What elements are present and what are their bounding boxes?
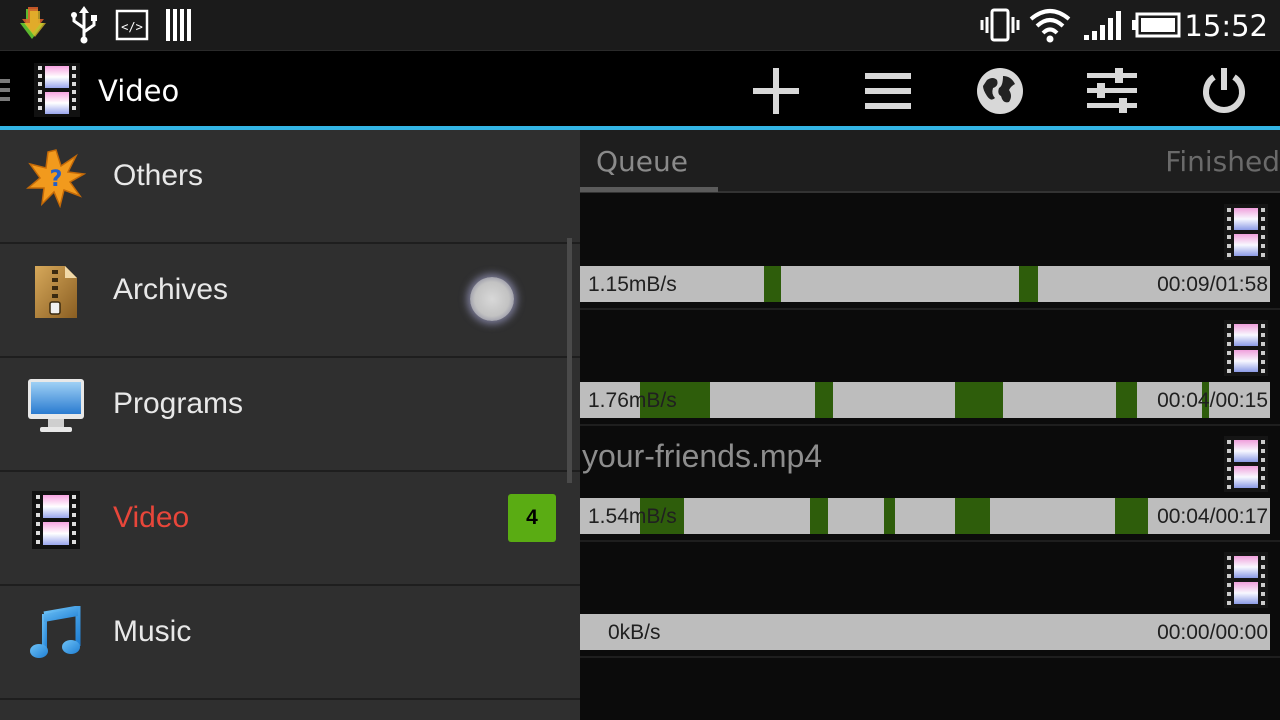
drawer-item-music[interactable]: Music	[0, 586, 580, 700]
sliders-icon	[1087, 68, 1137, 113]
progress-segment	[1018, 266, 1039, 302]
svg-text:</>: </>	[121, 20, 143, 34]
progress-segment	[1116, 382, 1137, 418]
download-progress-bar: 0kB/s 00:00/00:00	[580, 614, 1270, 650]
download-item[interactable]: your-friends.mp4 1.54mB/s 00:04/00:17	[580, 426, 1280, 542]
menu-list-icon	[865, 73, 911, 109]
settings-button[interactable]	[1080, 61, 1144, 121]
progress-segment	[815, 382, 834, 418]
monitor-icon	[24, 374, 88, 438]
status-time: 15:52	[1184, 9, 1268, 43]
drawer-item-label: Programs	[113, 387, 244, 420]
tab-selected-indicator	[580, 187, 718, 192]
drawer-scrollbar[interactable]	[567, 238, 572, 483]
progress-segment	[955, 382, 1003, 418]
drawer-item-video[interactable]: Video 4	[0, 472, 580, 586]
tab-finished[interactable]: Finished	[1165, 130, 1280, 190]
download-speed: 1.54mB/s	[588, 505, 677, 528]
drawer-item-label: Others	[113, 159, 204, 192]
archive-zip-icon	[24, 260, 88, 324]
power-icon	[1203, 68, 1245, 113]
page-title: Video	[98, 74, 180, 108]
svg-text:?: ?	[50, 167, 63, 192]
download-progress-bar: 1.54mB/s 00:04/00:17	[580, 498, 1270, 534]
add-icon	[753, 68, 799, 114]
video-film-icon	[1224, 320, 1268, 376]
download-time: 00:00/00:00	[1157, 621, 1268, 644]
music-note-icon	[24, 602, 88, 666]
download-filename: your-friends.mp4	[582, 438, 823, 474]
browser-button[interactable]	[968, 61, 1032, 121]
signal-icon	[1080, 0, 1124, 50]
download-item[interactable]: 1.76mB/s 00:04/00:15	[580, 310, 1280, 426]
code-icon: </>	[114, 0, 150, 50]
others-burst-icon: ?	[24, 146, 88, 210]
tab-bar: Queue Finished	[580, 130, 1280, 193]
download-time: 00:04/00:15	[1157, 389, 1268, 412]
battery-icon	[1130, 0, 1182, 50]
power-button[interactable]	[1192, 61, 1256, 121]
vibrate-icon	[978, 0, 1022, 50]
download-item[interactable]: 0kB/s 00:00/00:00	[580, 542, 1280, 658]
download-progress-bar: 1.15mB/s 00:09/01:58	[580, 266, 1270, 302]
status-bar: </> 15:52	[0, 0, 1280, 50]
drawer-item-others[interactable]: ? Others	[0, 130, 580, 244]
tab-queue[interactable]: Queue	[596, 130, 688, 190]
download-panel: Queue Finished 1.15mB/s 00:09/01:58 1.76mB…	[580, 130, 1280, 720]
touch-indicator	[470, 277, 514, 321]
download-progress-bar: 1.76mB/s 00:04/00:15	[580, 382, 1270, 418]
download-item[interactable]: 1.15mB/s 00:09/01:58	[580, 194, 1280, 310]
progress-segment	[955, 498, 990, 534]
drawer-item-label: Video	[113, 501, 190, 534]
drawer-item-label: Music	[113, 615, 192, 648]
progress-segment	[809, 498, 828, 534]
navigation-drawer: ? Others Archives Programs Video 4 Music	[0, 130, 580, 720]
usb-icon	[66, 0, 102, 50]
add-button[interactable]	[744, 61, 808, 121]
video-film-icon	[1224, 552, 1268, 608]
video-film-icon	[24, 488, 88, 552]
download-speed: 1.76mB/s	[588, 389, 677, 412]
drawer-item-programs[interactable]: Programs	[0, 358, 580, 472]
video-film-icon	[1224, 204, 1268, 260]
count-badge: 4	[508, 494, 556, 542]
progress-segment	[884, 498, 895, 534]
video-film-icon	[1224, 436, 1268, 492]
barcode-icon	[162, 0, 198, 50]
wifi-icon	[1028, 0, 1072, 50]
action-bar: Video	[0, 50, 1280, 126]
download-time: 00:09/01:58	[1157, 273, 1268, 296]
progress-segment	[763, 266, 781, 302]
download-speed: 1.15mB/s	[588, 273, 677, 296]
list-menu-button[interactable]	[856, 61, 920, 121]
progress-segment	[1114, 498, 1148, 534]
globe-icon	[977, 68, 1023, 114]
drawer-item-label: Archives	[113, 273, 229, 306]
download-time: 00:04/00:17	[1157, 505, 1268, 528]
download-notification-icon	[14, 0, 58, 50]
video-film-icon[interactable]	[34, 63, 80, 117]
drawer-indicator-icon[interactable]	[0, 79, 12, 101]
download-speed: 0kB/s	[608, 621, 661, 644]
